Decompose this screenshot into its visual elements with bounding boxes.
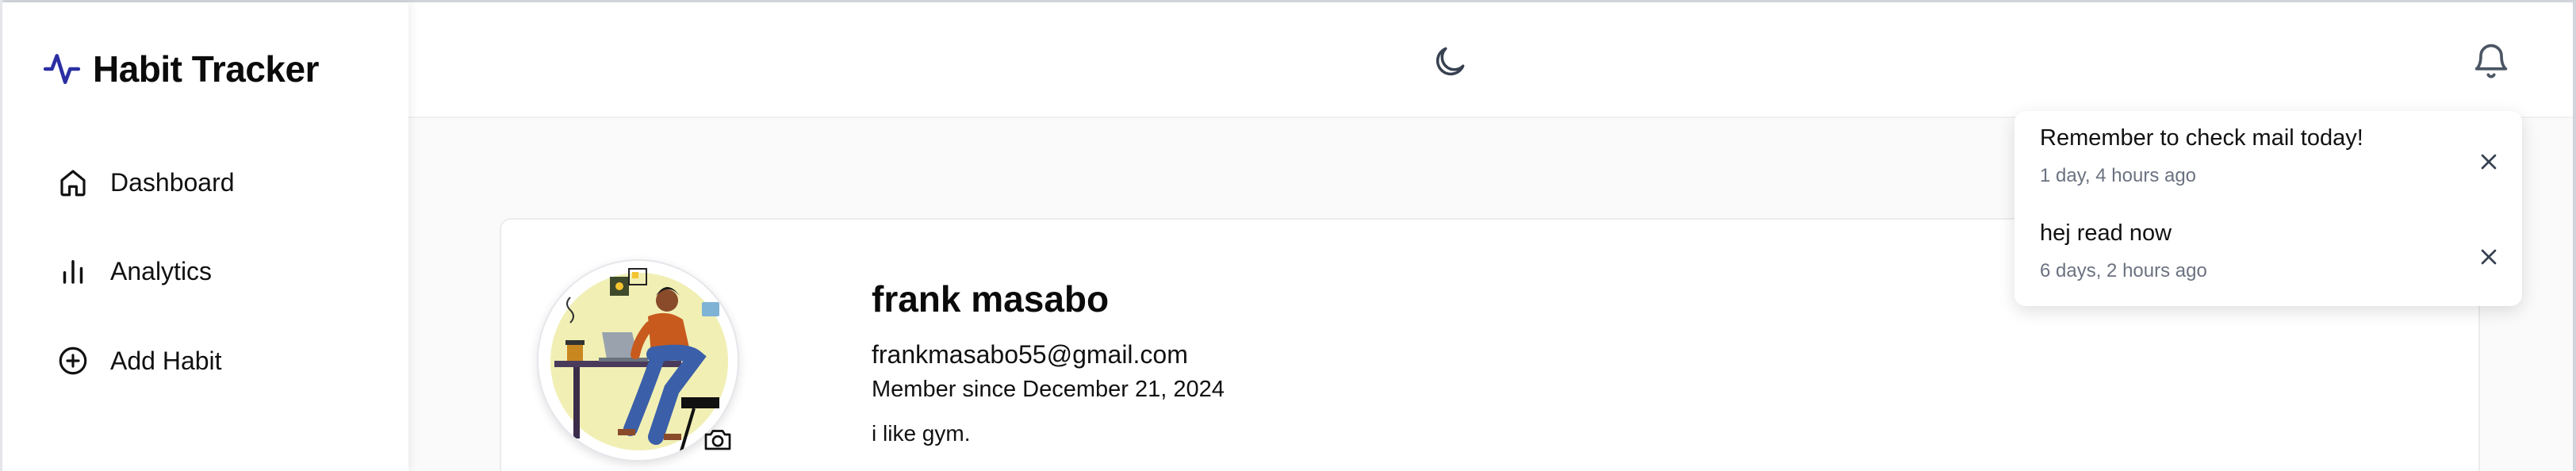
home-icon xyxy=(60,170,86,197)
notification-item[interactable]: hej read now 6 days, 2 hours ago xyxy=(2040,217,2508,297)
theme-toggle-button[interactable] xyxy=(1430,42,1470,82)
plus-circle-icon xyxy=(59,347,87,375)
sidebar-item-label: Dashboard xyxy=(110,167,235,197)
bar-chart-icon xyxy=(63,260,83,284)
notification-time: 6 days, 2 hours ago xyxy=(2040,260,2207,281)
notifications-dropdown: Remember to check mail today! 1 day, 4 h… xyxy=(2014,111,2522,306)
change-avatar-button[interactable] xyxy=(703,427,732,451)
notifications-button[interactable] xyxy=(2471,40,2512,82)
sidebar-item-label: Add Habit xyxy=(110,346,222,375)
app-title: Habit Tracker xyxy=(93,48,319,90)
moon-icon xyxy=(1436,47,1465,76)
notification-item[interactable]: Remember to check mail today! 1 day, 4 h… xyxy=(2040,122,2508,201)
window-frame-right xyxy=(2573,0,2576,471)
top-bar xyxy=(408,2,2573,118)
brand[interactable]: Habit Tracker xyxy=(42,47,319,91)
sidebar-item-add-habit[interactable]: Add Habit xyxy=(56,339,222,383)
close-icon xyxy=(2481,249,2497,265)
bell-icon xyxy=(2474,44,2508,78)
activity-pulse-icon xyxy=(43,54,81,84)
avatar-container xyxy=(537,259,739,461)
sidebar-item-label: Analytics xyxy=(110,256,213,285)
profile-email: frankmasabo55@gmail.com xyxy=(872,340,1188,369)
dismiss-notification-button[interactable] xyxy=(2476,149,2501,174)
close-icon xyxy=(2481,154,2497,170)
notification-title: hej read now xyxy=(2040,220,2172,246)
notification-title: Remember to check mail today! xyxy=(2040,125,2363,151)
sidebar-item-analytics[interactable]: Analytics xyxy=(56,249,212,293)
sidebar: Habit Tracker Dashboard Analytics Add Ha… xyxy=(2,2,408,471)
camera-icon xyxy=(704,430,731,450)
dismiss-notification-button[interactable] xyxy=(2476,244,2501,270)
sidebar-item-dashboard[interactable]: Dashboard xyxy=(56,160,235,205)
notification-time: 1 day, 4 hours ago xyxy=(2040,165,2197,186)
profile-bio: i like gym. xyxy=(872,421,971,446)
profile-name: frank masabo xyxy=(872,278,1110,320)
member-since: Member since December 21, 2024 xyxy=(872,377,1225,402)
